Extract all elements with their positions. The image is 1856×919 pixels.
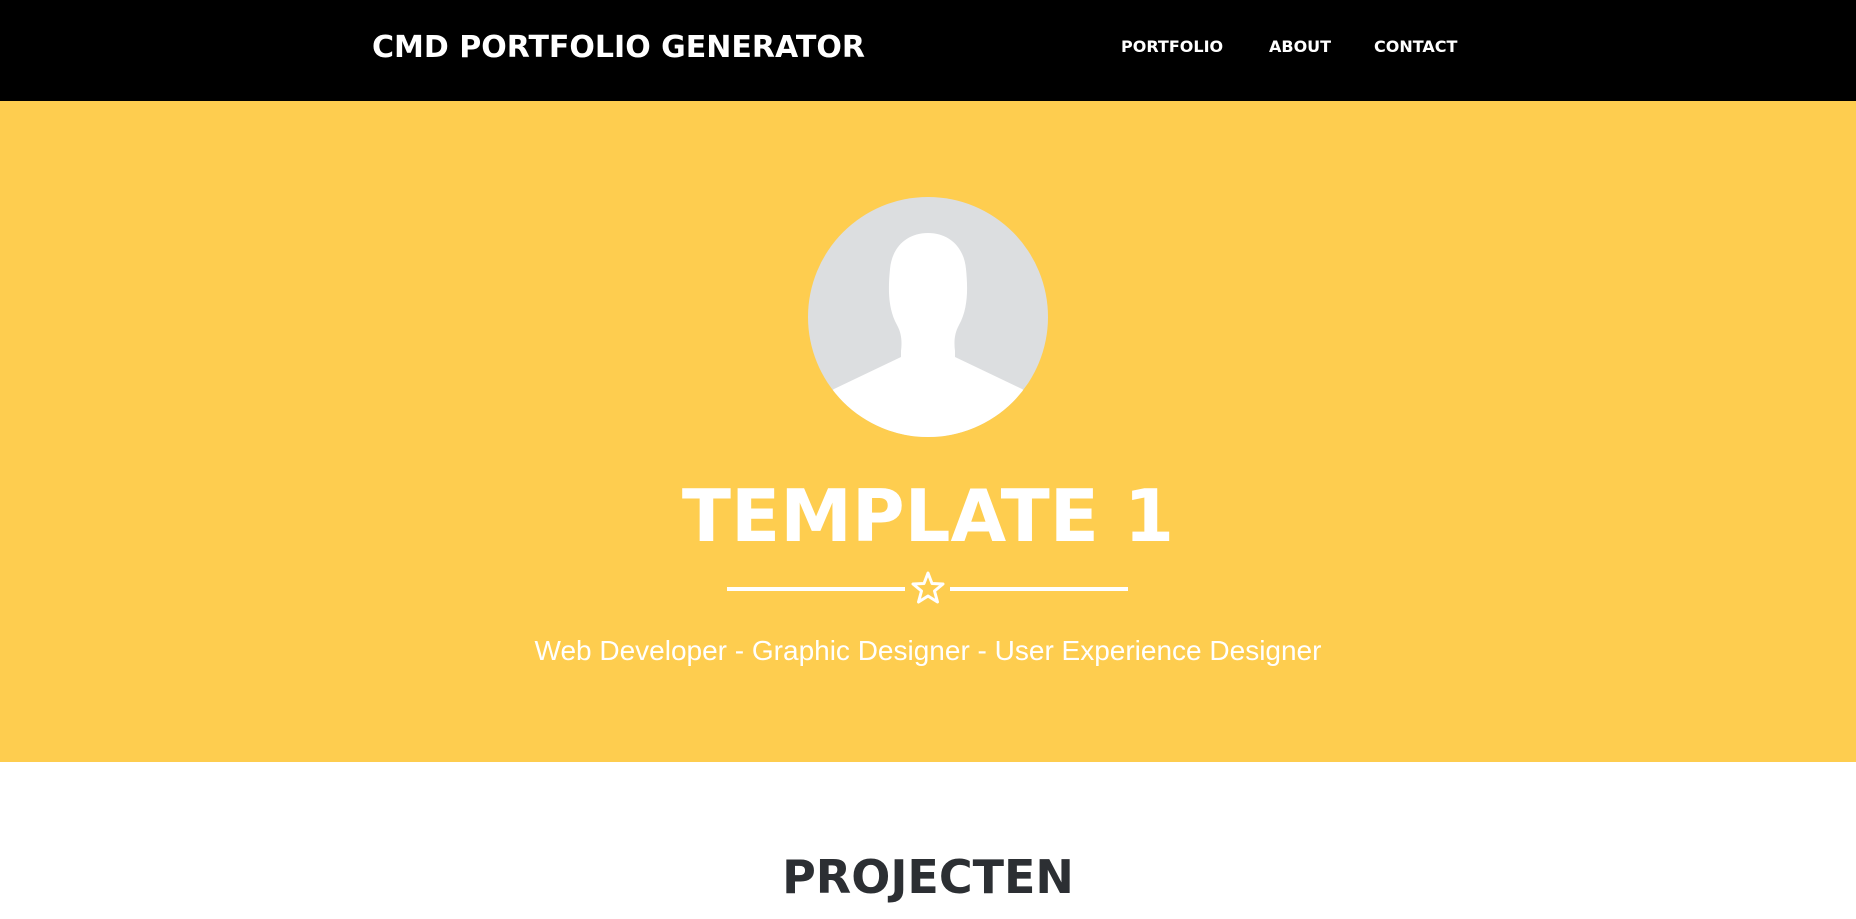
nav-link-about[interactable]: ABOUT: [1269, 36, 1331, 58]
hero-header: TEMPLATE 1 Web Developer - Graphic Desig…: [0, 101, 1856, 762]
hero-title: TEMPLATE 1: [681, 474, 1175, 558]
brand-link[interactable]: CMD PORTFOLIO GENERATOR: [372, 28, 865, 68]
hero-subtitle: Web Developer - Graphic Designer - User …: [534, 635, 1322, 666]
star-divider: [727, 571, 1129, 605]
user-silhouette-icon: [808, 197, 1048, 437]
divider-line-left: [727, 587, 905, 591]
projects-section-title: PROJECTEN: [782, 850, 1074, 904]
navbar: CMD PORTFOLIO GENERATOR PORTFOLIO ABOUT …: [0, 0, 1856, 101]
star-outline-icon: [911, 571, 945, 604]
divider-line-right: [950, 587, 1128, 591]
nav-link-contact[interactable]: CONTACT: [1374, 36, 1457, 58]
nav-link-portfolio[interactable]: PORTFOLIO: [1121, 36, 1223, 58]
